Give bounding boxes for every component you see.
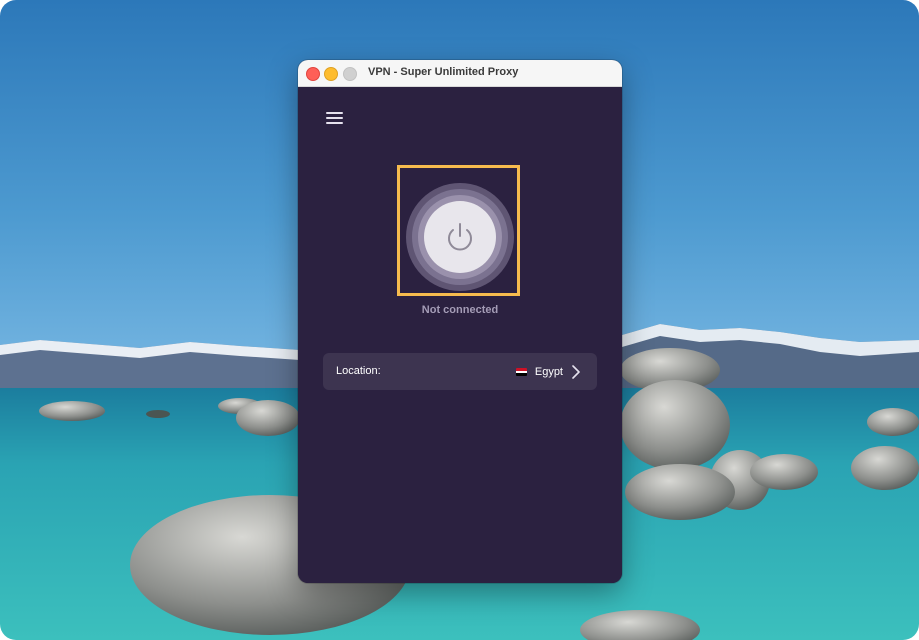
window-zoom-button[interactable] xyxy=(343,67,357,81)
window-close-button[interactable] xyxy=(306,67,320,81)
desktop: VPN - Super Unlimited Proxy Not connecte… xyxy=(0,0,919,640)
vpn-app-window: VPN - Super Unlimited Proxy Not connecte… xyxy=(298,60,622,583)
egypt-flag-icon xyxy=(515,368,527,376)
location-label: Location: xyxy=(336,365,381,377)
power-icon xyxy=(448,223,472,251)
connection-status: Not connected xyxy=(421,304,499,316)
location-value: Egypt xyxy=(534,366,563,378)
location-selector[interactable]: Location: Egypt xyxy=(323,353,597,390)
window-titlebar[interactable]: VPN - Super Unlimited Proxy xyxy=(298,60,622,87)
window-title: VPN - Super Unlimited Proxy xyxy=(368,66,519,78)
power-button[interactable] xyxy=(424,201,496,273)
window-minimize-button[interactable] xyxy=(324,67,338,81)
app-content: Not connected Location: Egypt xyxy=(298,87,622,583)
hamburger-menu-icon[interactable] xyxy=(326,111,344,125)
chevron-right-icon xyxy=(572,365,580,379)
